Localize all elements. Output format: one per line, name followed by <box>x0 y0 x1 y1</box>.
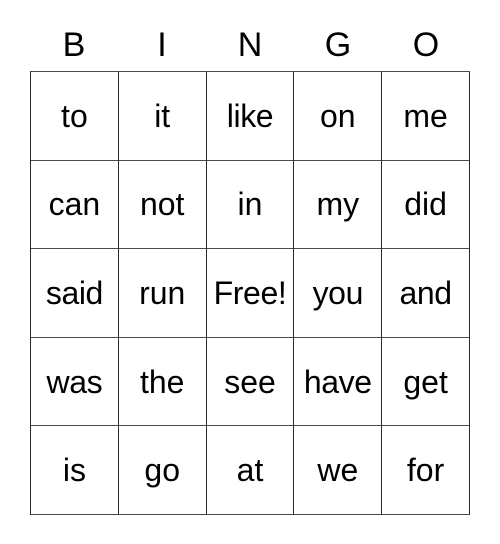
bingo-cell[interactable]: is <box>31 426 119 515</box>
bingo-cell[interactable]: for <box>382 426 470 515</box>
bingo-cell-label: see <box>224 363 276 400</box>
bingo-cell[interactable]: me <box>382 72 470 161</box>
bingo-cell-label: get <box>403 363 448 400</box>
bingo-row: can not in my did <box>31 160 470 250</box>
bingo-cell[interactable]: at <box>206 426 295 515</box>
bingo-cell-label: have <box>303 363 372 400</box>
bingo-header-row: B I N G O <box>30 18 470 71</box>
bingo-cell[interactable]: in <box>206 160 295 250</box>
bingo-cell-label: at <box>236 452 264 489</box>
bingo-row: was the see have get <box>31 337 470 427</box>
bingo-cell-label: in <box>237 186 263 223</box>
bingo-cell-label: on <box>319 97 356 134</box>
bingo-header-letter-i: I <box>157 25 167 64</box>
bingo-cell[interactable]: it <box>118 72 207 161</box>
bingo-header-letter-g: G <box>324 25 352 64</box>
bingo-header-letter-n: N <box>237 25 263 64</box>
bingo-cell[interactable]: and <box>382 249 470 338</box>
bingo-cell-label: my <box>316 186 360 223</box>
bingo-cell-label: the <box>139 363 185 400</box>
bingo-free-space-cell[interactable]: Free! <box>206 249 295 338</box>
bingo-cell-label: run <box>139 274 186 311</box>
bingo-row: to it like on me <box>31 72 470 161</box>
bingo-cell-label: can <box>48 186 101 223</box>
bingo-free-space-label: Free! <box>213 274 287 311</box>
bingo-cell-label: for <box>406 452 445 489</box>
bingo-cell[interactable]: not <box>118 160 207 250</box>
bingo-cell[interactable]: have <box>294 337 383 427</box>
bingo-cell-label: like <box>226 97 274 134</box>
bingo-cell-label: it <box>154 97 171 134</box>
bingo-cell[interactable]: the <box>118 337 207 427</box>
bingo-cell[interactable]: go <box>118 426 207 515</box>
bingo-cell-label: is <box>62 452 86 489</box>
bingo-cell-label: was <box>46 363 103 400</box>
bingo-grid: to it like on me can not in my did said … <box>30 71 470 515</box>
bingo-cell[interactable]: we <box>294 426 383 515</box>
bingo-cell[interactable]: get <box>382 337 470 427</box>
bingo-cell-label: to <box>61 97 88 134</box>
bingo-cell-label: you <box>312 274 364 311</box>
bingo-cell-label: did <box>404 186 447 223</box>
bingo-row: said run Free! you and <box>31 249 470 338</box>
bingo-cell[interactable]: did <box>382 160 470 250</box>
bingo-header-letter-o: O <box>412 25 440 64</box>
bingo-cell-label: not <box>139 186 185 223</box>
bingo-cell[interactable]: to <box>31 72 119 161</box>
bingo-cell[interactable]: said <box>31 249 119 338</box>
bingo-cell[interactable]: on <box>294 72 383 161</box>
bingo-cell-label: go <box>144 452 180 489</box>
bingo-cell-label: said <box>45 274 104 311</box>
bingo-cell[interactable]: see <box>206 337 295 427</box>
bingo-cell[interactable]: run <box>118 249 207 338</box>
bingo-cell-label: me <box>403 97 448 134</box>
bingo-cell[interactable]: you <box>294 249 383 338</box>
bingo-row: is go at we for <box>31 426 470 515</box>
bingo-cell[interactable]: my <box>294 160 383 250</box>
bingo-cell-label: and <box>399 274 452 311</box>
bingo-cell[interactable]: was <box>31 337 119 427</box>
bingo-cell[interactable]: like <box>206 72 295 161</box>
bingo-cell[interactable]: can <box>31 160 119 250</box>
bingo-header-letter-b: B <box>62 25 86 64</box>
bingo-card: B I N G O to it like on me can not in my… <box>0 0 500 544</box>
bingo-cell-label: we <box>317 452 359 489</box>
